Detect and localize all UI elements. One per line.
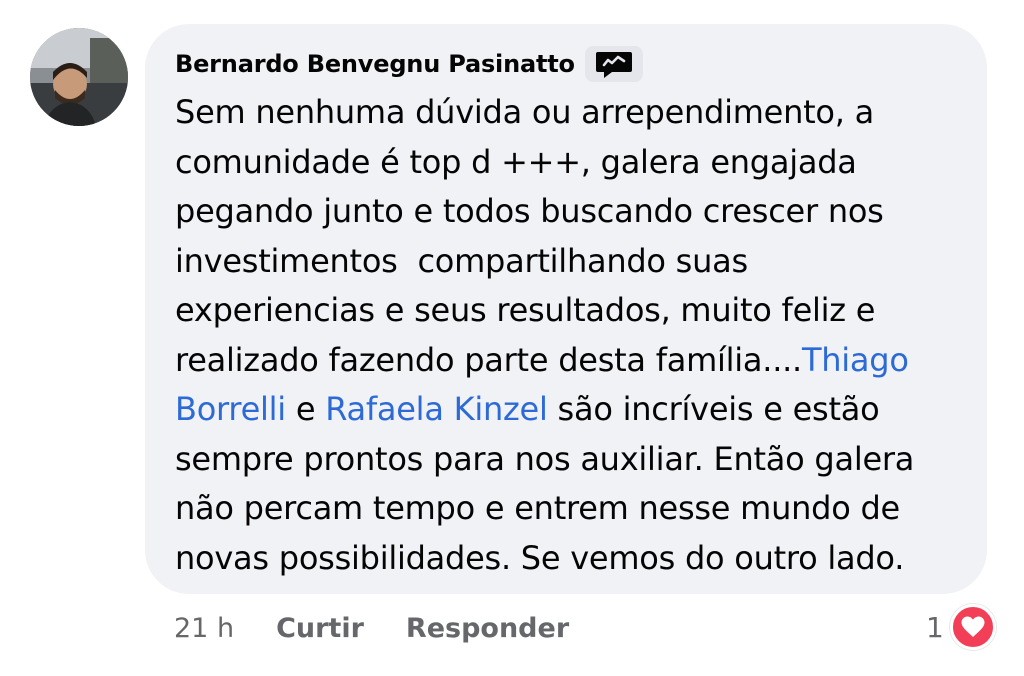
comment-text-segment: realizado fazendo parte desta família...… [175,340,802,379]
comment-text-segment: e [285,390,326,428]
reaction-count: 1 [926,610,944,644]
comment-actions: 21 h Curtir Responder [174,606,569,650]
reply-button[interactable]: Responder [406,613,569,644]
comment-text-segment: comunidade é top d +++, galera engajada [175,142,857,181]
comment-line: Sem nenhuma dúvida ou arrependimento, a [175,88,975,138]
comment-text-segment: Sem nenhuma dúvida ou arrependimento, a [175,93,874,131]
reactions-summary[interactable]: 1 [926,604,996,650]
timestamp[interactable]: 21 h [174,613,234,644]
comment-text-segment: novas possibilidades. Se vemos do outro … [175,538,905,577]
comment-line: investimentos compartilhando suas [175,237,975,287]
comment-line: experiencias e seus resultados, muito fe… [175,286,975,336]
comment-bubble: Bernardo Benvegnu Pasinatto Sem nenhuma … [145,24,987,594]
profile-photo [30,28,128,126]
comment-text-segment: não percam tempo e entrem nesse mundo de [175,489,900,527]
comment-text-segment: são incríveis e estão [547,390,880,428]
comment-line: Borrelli e Rafaela Kinzel são incríveis … [175,385,975,435]
comment-text-segment: sempre prontos para nos auxiliar. Então … [175,439,915,478]
mention-link[interactable]: Thiago [802,341,909,379]
comment-text: Sem nenhuma dúvida ou arrependimento, a c… [175,88,975,583]
comment-line: sempre prontos para nos auxiliar. Então … [175,435,975,485]
comment-line: não percam tempo e entrem nesse mundo de [175,484,975,534]
comment-line: novas possibilidades. Se vemos do outro … [175,534,975,584]
author-row: Bernardo Benvegnu Pasinatto [175,46,643,82]
author-name[interactable]: Bernardo Benvegnu Pasinatto [175,50,575,78]
comment-line: realizado fazendo parte desta família...… [175,336,975,386]
heart-icon [949,604,996,650]
comment-text-segment: pegando junto e todos buscando crescer n… [175,192,884,230]
mention-link[interactable]: Rafaela Kinzel [325,390,548,428]
mention-link[interactable]: Borrelli [175,390,286,428]
like-button[interactable]: Curtir [276,613,364,644]
comment-line: comunidade é top d +++, galera engajada [175,138,975,188]
top-fan-badge[interactable] [584,46,643,82]
top-fan-chat-icon [595,52,632,78]
comment-text-segment: experiencias e seus resultados, muito fe… [175,291,876,329]
comment-line: pegando junto e todos buscando crescer n… [175,187,975,237]
comment-text-segment: investimentos compartilhando suas [175,241,748,280]
avatar[interactable] [30,28,128,126]
